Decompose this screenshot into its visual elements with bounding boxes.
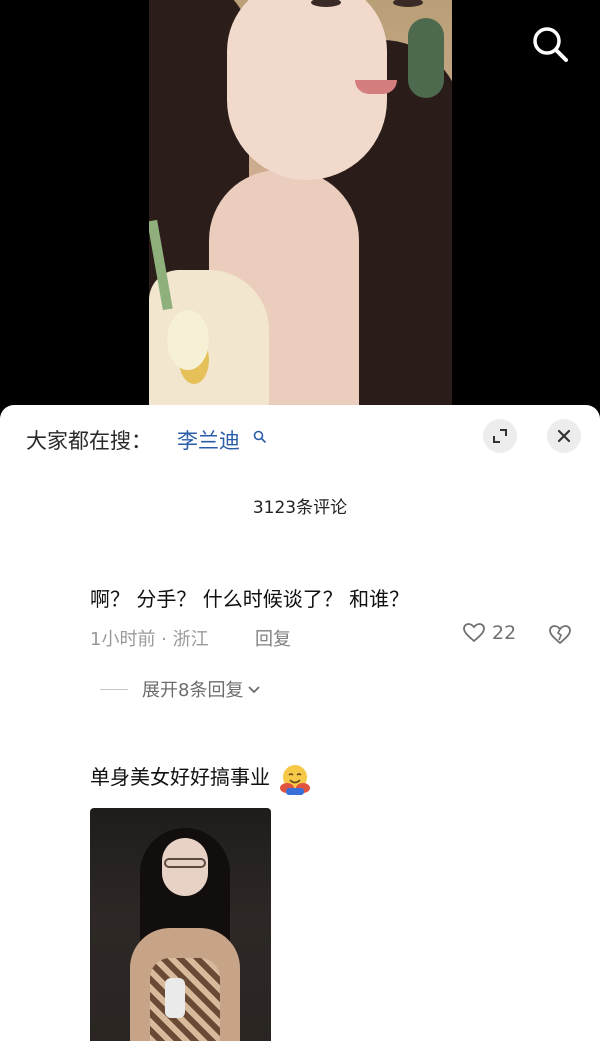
glasses-shape [164,858,206,868]
expand-replies-label: 展开8条回复 [142,680,244,701]
comments-panel-header: 大家都在搜： 李兰迪 [0,405,600,471]
chevron-down-icon [248,686,261,694]
dress-shape [150,958,220,1041]
eye-shape [311,0,341,7]
expand-button[interactable] [483,419,517,453]
comment-text: 单身美女好好搞事业 [90,761,580,796]
divider-line [100,688,128,690]
expand-icon [493,429,507,443]
heart-icon [463,623,485,643]
close-button[interactable] [547,419,581,453]
broken-heart-icon[interactable] [548,623,572,647]
hugging-emoji-icon [280,764,311,795]
like-button[interactable]: 22 [462,621,516,645]
close-icon [557,429,571,443]
search-suggest-prefix: 大家都在搜： [26,429,152,453]
search-icon[interactable] [527,22,573,68]
background-plant [408,18,444,98]
comment-text-body: 单身美女好好搞事业 [90,765,270,789]
expand-replies-button[interactable]: 展开8条回复 [100,676,261,702]
reply-button[interactable]: 回复 [255,625,291,651]
comment-item: 啊？ 分手？ 什么时候谈了？ 和谁？ 1小时前 · 浙江 回复 22 展开8条回… [90,583,580,701]
like-count: 22 [492,622,517,644]
search-small-icon[interactable] [253,429,267,443]
video-frame [149,0,452,420]
comment-item: 单身美女好好搞事业 [90,761,580,796]
dress-flower [167,310,209,370]
comment-count: 3123条评论 [252,498,348,518]
video-player[interactable] [0,0,600,420]
eye-shape [393,0,423,7]
comment-image[interactable] [90,808,271,1041]
microphone-shape [165,978,185,1018]
comments-panel: 大家都在搜： 李兰迪 3123条评论 啊？ 分手？ 什么时候谈了？ 和谁？ 1小… [0,405,600,1041]
search-suggest-term[interactable]: 李兰迪 [177,425,240,455]
comment-meta: 1小时前 · 浙江 [90,629,209,650]
face-shape [227,0,423,180]
comment-text: 啊？ 分手？ 什么时候谈了？ 和谁？ [90,587,410,611]
